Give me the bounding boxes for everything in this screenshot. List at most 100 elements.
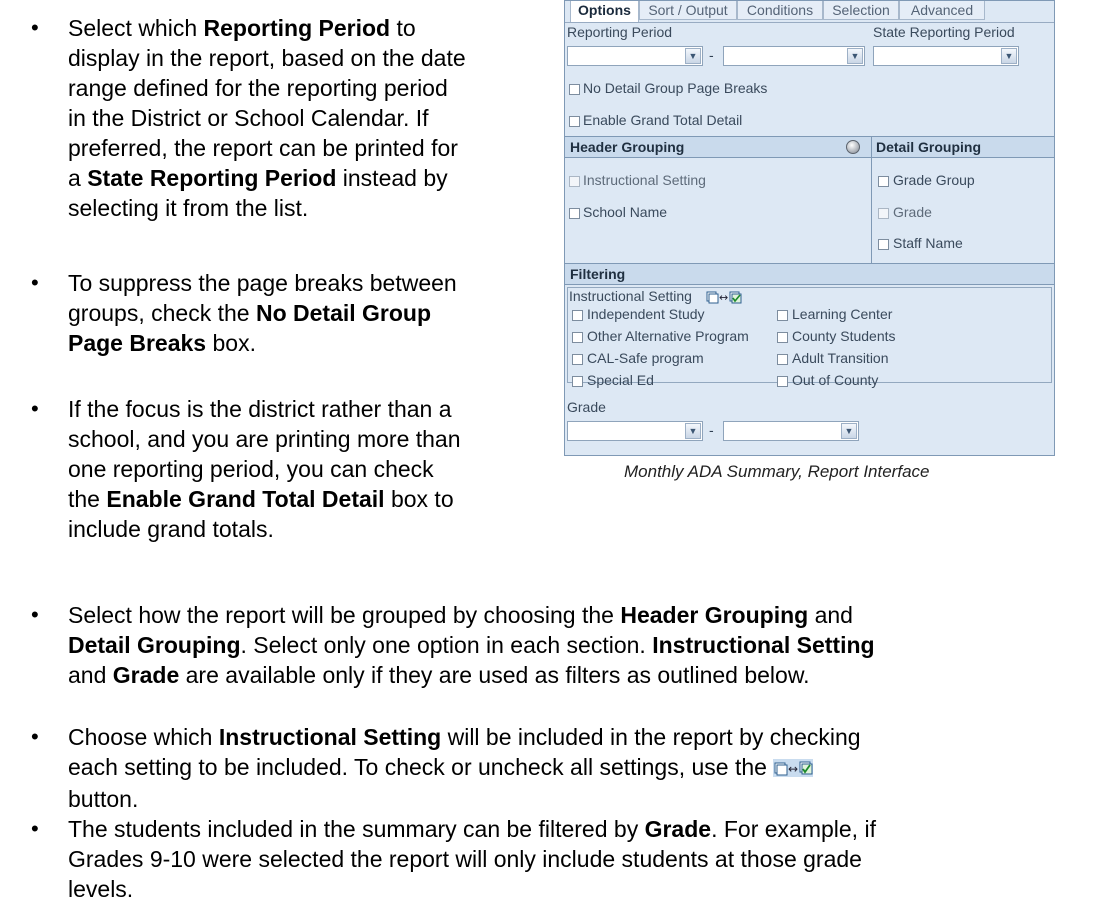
no-detail-group-page-breaks-label: No Detail Group Page Breaks — [583, 80, 768, 96]
bold-term: Page Breaks — [68, 330, 207, 356]
text-run: to — [390, 15, 416, 41]
text-run: will be included in the report by checki… — [441, 724, 861, 750]
text-line: groups, check the No Detail Group — [68, 298, 457, 328]
text-line: each setting to be included. To check or… — [68, 752, 861, 784]
enable-grand-total-detail-checkbox[interactable] — [569, 116, 580, 127]
text-line: Select how the report will be grouped by… — [68, 600, 875, 630]
text-run: in the District or School Calendar. If — [68, 105, 429, 131]
detail-grouping-title: Detail Grouping — [871, 136, 1054, 158]
bold-term: State Reporting Period — [87, 165, 337, 191]
text-line: Choose which Instructional Setting will … — [68, 722, 861, 752]
grouping-divider — [871, 136, 872, 263]
grade-end-select[interactable]: ▼ — [723, 421, 859, 441]
text-run: range defined for the reporting period — [68, 75, 448, 101]
instructional-setting-checkbox[interactable] — [777, 310, 788, 321]
detail-staff-name-label: Staff Name — [893, 235, 963, 251]
bullet-dot: • — [31, 816, 39, 841]
text-line: a State Reporting Period instead by — [68, 163, 466, 193]
text-line: If the focus is the district rather than… — [68, 394, 461, 424]
text-line: Grades 9-10 were selected the report wil… — [68, 844, 876, 874]
range-dash: - — [709, 47, 714, 63]
tab-options[interactable]: Options — [570, 1, 639, 22]
tab-advanced[interactable]: Advanced — [899, 1, 985, 20]
state-reporting-period-label: State Reporting Period — [873, 24, 1015, 40]
instructional-setting-checkbox[interactable] — [572, 310, 583, 321]
text-run: button. — [68, 785, 139, 812]
reporting-period-end-select[interactable]: ▼ — [723, 46, 865, 66]
bold-term: Instructional Setting — [652, 632, 875, 658]
header-instructional-setting-label: Instructional Setting — [583, 172, 706, 188]
instructional-setting-checkbox[interactable] — [572, 332, 583, 343]
bullet-dot: • — [31, 15, 39, 40]
instructional-setting-option: CAL-Safe program — [587, 350, 704, 366]
text-line: school, and you are printing more than — [68, 424, 461, 454]
instructional-setting-checkbox[interactable] — [777, 354, 788, 365]
detail-grade-group-checkbox[interactable] — [878, 176, 889, 187]
bullet-dot: • — [31, 602, 39, 627]
text-run: school, and you are printing more than — [68, 426, 461, 452]
text-run: Grades 9-10 were selected the report wil… — [68, 846, 862, 872]
detail-staff-name-checkbox[interactable] — [878, 239, 889, 250]
report-interface-panel: Options Sort / Output Conditions Selecti… — [564, 0, 1055, 456]
text-line: preferred, the report can be printed for — [68, 133, 466, 163]
grade-start-select[interactable]: ▼ — [567, 421, 703, 441]
text-line: To suppress the page breaks between — [68, 268, 457, 298]
header-school-name-checkbox[interactable] — [569, 208, 580, 219]
chevron-down-icon: ▼ — [841, 423, 857, 439]
bold-term: Reporting Period — [203, 15, 391, 41]
text-run: a — [68, 165, 88, 191]
text-line: Detail Grouping. Select only one option … — [68, 630, 875, 660]
swap-grouping-icon[interactable] — [846, 140, 860, 154]
text-run: and — [68, 662, 113, 688]
text-run: Select which — [68, 15, 204, 41]
detail-grade-group-label: Grade Group — [893, 172, 975, 188]
bullet-text: Select which Reporting Period to display … — [68, 13, 466, 223]
detail-grade-checkbox[interactable] — [878, 208, 889, 219]
text-run: Choose which — [68, 724, 219, 750]
tab-sort-output[interactable]: Sort / Output — [639, 1, 737, 20]
chevron-down-icon: ▼ — [685, 48, 701, 64]
instructional-setting-checkbox[interactable] — [777, 376, 788, 387]
grade-range-dash: - — [709, 422, 714, 438]
instructional-setting-checkbox[interactable] — [572, 354, 583, 365]
text-run: If the focus is the district rather than… — [68, 396, 452, 422]
text-line: and Grade are available only if they are… — [68, 660, 875, 690]
no-detail-group-page-breaks-checkbox[interactable] — [569, 84, 580, 95]
text-run: preferred, the report can be printed for — [68, 135, 458, 161]
text-run: one reporting period, you can check — [68, 456, 434, 482]
header-instructional-setting-checkbox[interactable] — [569, 176, 580, 187]
tab-selection[interactable]: Selection — [823, 1, 899, 20]
reporting-period-start-select[interactable]: ▼ — [567, 46, 703, 66]
toggle-all-settings-icon[interactable]: ↔ — [706, 290, 742, 304]
chevron-down-icon: ▼ — [685, 423, 701, 439]
bullet-text: Select how the report will be grouped by… — [68, 600, 875, 690]
instructional-setting-checkbox[interactable] — [572, 376, 583, 387]
text-line: button. — [68, 784, 861, 814]
text-line: The students included in the summary can… — [68, 814, 876, 844]
text-line: display in the report, based on the date — [68, 43, 466, 73]
text-line: in the District or School Calendar. If — [68, 103, 466, 133]
reporting-period-label: Reporting Period — [567, 24, 673, 40]
text-line: the Enable Grand Total Detail box to — [68, 484, 461, 514]
bullet-dot: • — [31, 724, 39, 749]
text-run: are available only if they are used as f… — [179, 662, 810, 688]
bullet-text: To suppress the page breaks between group… — [68, 268, 457, 358]
instructional-setting-option: Learning Center — [792, 306, 893, 322]
header-school-name-label: School Name — [583, 204, 668, 220]
tab-bar: Options Sort / Output Conditions Selecti… — [565, 1, 1054, 23]
state-reporting-period-select[interactable]: ▼ — [873, 46, 1019, 66]
instructional-setting-option: Independent Study — [587, 306, 705, 322]
text-run: groups, check the — [68, 300, 256, 326]
instructional-setting-checkbox[interactable] — [777, 332, 788, 343]
bold-term: Header Grouping — [620, 602, 809, 628]
bullet-text: The students included in the summary can… — [68, 814, 876, 904]
text-line: Select which Reporting Period to — [68, 13, 466, 43]
bold-term: Grade — [644, 816, 712, 842]
bullet-dot: • — [31, 270, 39, 295]
text-run: . Select only one option in each section… — [240, 632, 653, 658]
tab-conditions[interactable]: Conditions — [737, 1, 823, 20]
instructional-setting-option: Adult Transition — [792, 350, 889, 366]
text-run: box to — [384, 486, 454, 512]
chevron-down-icon: ▼ — [847, 48, 863, 64]
text-run: box. — [206, 330, 256, 356]
